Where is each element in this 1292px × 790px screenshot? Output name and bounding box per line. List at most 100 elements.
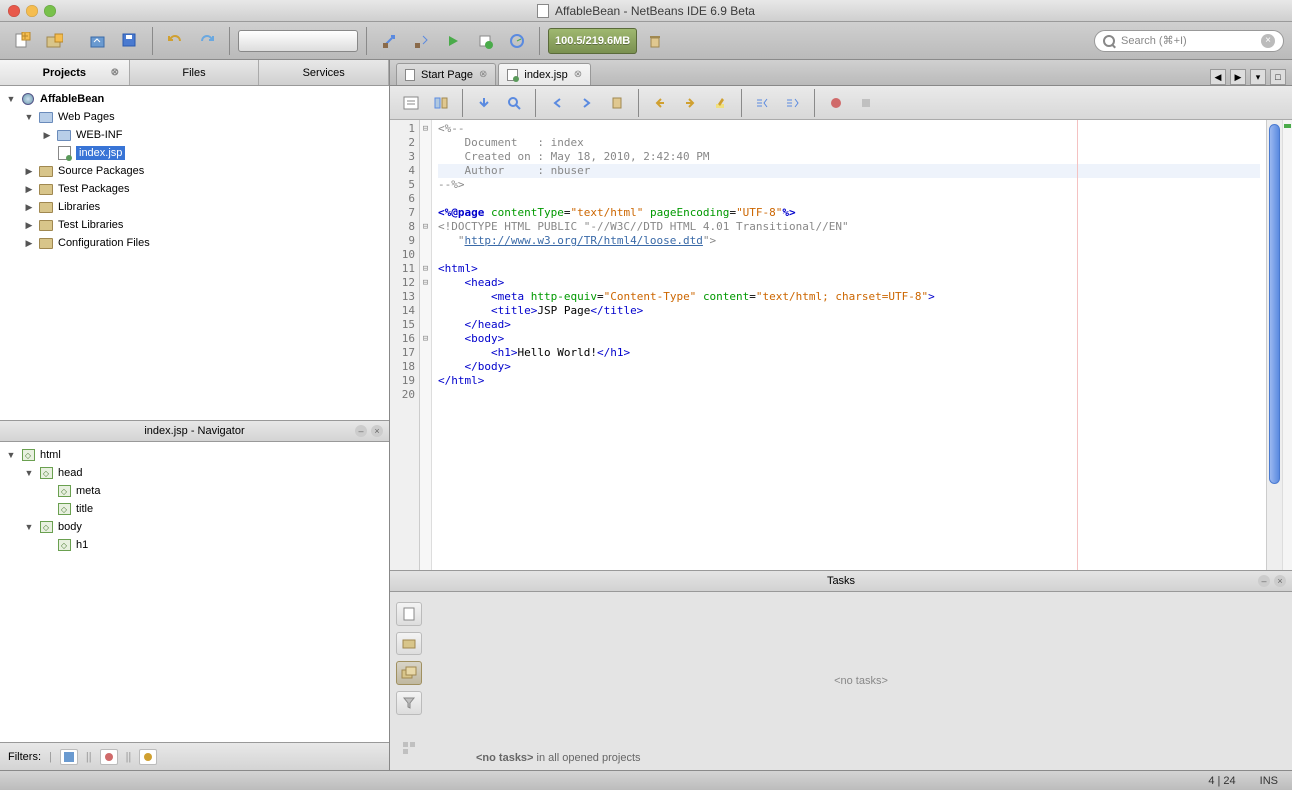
task-scope-file-button[interactable]: [396, 602, 422, 626]
toggle-bookmark-button[interactable]: [604, 91, 630, 115]
fold-toggle: [420, 178, 431, 192]
run-button[interactable]: [439, 27, 467, 55]
window-title: AffableBean - NetBeans IDE 6.9 Beta: [56, 4, 1236, 18]
filters-bar: Filters: | || ||: [0, 742, 389, 770]
shift-right-button[interactable]: [677, 91, 703, 115]
zoom-window-icon[interactable]: [44, 5, 56, 17]
find-button[interactable]: [501, 91, 527, 115]
tree-item[interactable]: ▶Test Libraries: [0, 216, 389, 234]
memory-indicator[interactable]: 100.5/219.6MB: [548, 28, 637, 54]
minimize-tasks-icon[interactable]: –: [1258, 575, 1270, 587]
history-button[interactable]: [428, 91, 454, 115]
tab-nav-button[interactable]: ▾: [1250, 69, 1266, 85]
left-tab-services[interactable]: Services: [259, 60, 389, 85]
save-all-button[interactable]: [116, 27, 144, 55]
task-scope-project-button[interactable]: [396, 632, 422, 656]
fold-toggle[interactable]: ⊟: [420, 122, 431, 136]
editor-tab[interactable]: Start Page⊗: [396, 63, 496, 85]
disclosure-icon[interactable]: ▶: [42, 130, 52, 141]
tree-item[interactable]: ◇title: [0, 500, 389, 518]
tab-nav-button[interactable]: ▶: [1230, 69, 1246, 85]
node-icon: [38, 110, 54, 124]
close-tab-icon[interactable]: ⊗: [479, 69, 487, 80]
tree-item[interactable]: ▶Test Packages: [0, 180, 389, 198]
open-project-button[interactable]: [84, 27, 112, 55]
code-area[interactable]: <%-- Document : index Created on : May 1…: [432, 120, 1266, 570]
task-group-button[interactable]: [396, 736, 422, 760]
tree-item[interactable]: ▶Source Packages: [0, 162, 389, 180]
minimize-panel-icon[interactable]: –: [355, 425, 367, 437]
close-tasks-icon[interactable]: ×: [1274, 575, 1286, 587]
search-box[interactable]: Search (⌘+I) ×: [1094, 30, 1284, 52]
disclosure-icon[interactable]: ▼: [6, 450, 16, 460]
left-tab-projects[interactable]: Projects⊗: [0, 60, 130, 85]
comment-button[interactable]: [750, 91, 776, 115]
node-label: head: [58, 467, 82, 479]
node-label: Libraries: [58, 201, 100, 213]
build-button[interactable]: [375, 27, 403, 55]
record-macro-button[interactable]: [853, 91, 879, 115]
close-tab-icon[interactable]: ⊗: [111, 67, 123, 79]
gc-button[interactable]: [641, 27, 669, 55]
debug-button[interactable]: [471, 27, 499, 55]
editor-tab[interactable]: index.jsp⊗: [498, 63, 591, 85]
node-icon: ◇: [56, 502, 72, 516]
highlight-button[interactable]: [707, 91, 733, 115]
fold-toggle[interactable]: ⊟: [420, 262, 431, 276]
fold-toggle: [420, 206, 431, 220]
tab-nav-button[interactable]: ◀: [1210, 69, 1226, 85]
close-tab-icon[interactable]: ⊗: [574, 69, 582, 80]
tab-nav-button[interactable]: □: [1270, 69, 1286, 85]
uncomment-button[interactable]: [780, 91, 806, 115]
task-filter-button[interactable]: [396, 691, 422, 715]
fold-toggle[interactable]: ⊟: [420, 220, 431, 234]
vertical-scrollbar[interactable]: [1266, 120, 1282, 570]
close-window-icon[interactable]: [8, 5, 20, 17]
clear-search-icon[interactable]: ×: [1261, 34, 1275, 48]
tree-item[interactable]: ▼◇head: [0, 464, 389, 482]
tree-item[interactable]: ▶Configuration Files: [0, 234, 389, 252]
disclosure-icon[interactable]: ▼: [24, 522, 34, 532]
undo-button[interactable]: [161, 27, 189, 55]
fold-toggle: [420, 360, 431, 374]
new-file-button[interactable]: [8, 27, 36, 55]
tree-item[interactable]: ▼AffableBean: [0, 90, 389, 108]
tree-item[interactable]: ◇meta: [0, 482, 389, 500]
tree-item[interactable]: ▶ Libraries: [0, 198, 389, 216]
disclosure-icon[interactable]: ▶: [24, 238, 34, 249]
disclosure-icon[interactable]: ▶: [24, 166, 34, 177]
tree-item[interactable]: ▼Web Pages: [0, 108, 389, 126]
tree-item[interactable]: ▶WEB-INF: [0, 126, 389, 144]
last-edit-button[interactable]: [471, 91, 497, 115]
disclosure-icon[interactable]: ▼: [24, 468, 34, 478]
fold-toggle[interactable]: ⊟: [420, 332, 431, 346]
stop-macro-button[interactable]: [823, 91, 849, 115]
next-bookmark-button[interactable]: [574, 91, 600, 115]
filter-button-2[interactable]: [100, 749, 118, 765]
close-panel-icon[interactable]: ×: [371, 425, 383, 437]
tree-item[interactable]: index.jsp: [0, 144, 389, 162]
tree-item[interactable]: ◇h1: [0, 536, 389, 554]
task-scope-all-button[interactable]: [396, 661, 422, 685]
redo-button[interactable]: [193, 27, 221, 55]
config-dropdown[interactable]: [238, 30, 358, 52]
new-project-button[interactable]: [40, 27, 68, 55]
clean-build-button[interactable]: [407, 27, 435, 55]
profile-button[interactable]: [503, 27, 531, 55]
tree-item[interactable]: ▼◇html: [0, 446, 389, 464]
error-stripe[interactable]: [1282, 120, 1292, 570]
tree-item[interactable]: ▼◇body: [0, 518, 389, 536]
disclosure-icon[interactable]: ▶: [24, 184, 34, 195]
source-view-button[interactable]: [398, 91, 424, 115]
disclosure-icon[interactable]: ▶: [24, 220, 34, 231]
disclosure-icon[interactable]: ▼: [24, 112, 34, 122]
disclosure-icon[interactable]: ▶: [24, 202, 34, 213]
prev-bookmark-button[interactable]: [544, 91, 570, 115]
filter-button-3[interactable]: [139, 749, 157, 765]
left-tab-files[interactable]: Files: [130, 60, 260, 85]
fold-toggle[interactable]: ⊟: [420, 276, 431, 290]
minimize-window-icon[interactable]: [26, 5, 38, 17]
disclosure-icon[interactable]: ▼: [6, 94, 16, 104]
shift-left-button[interactable]: [647, 91, 673, 115]
filter-button-1[interactable]: [60, 749, 78, 765]
